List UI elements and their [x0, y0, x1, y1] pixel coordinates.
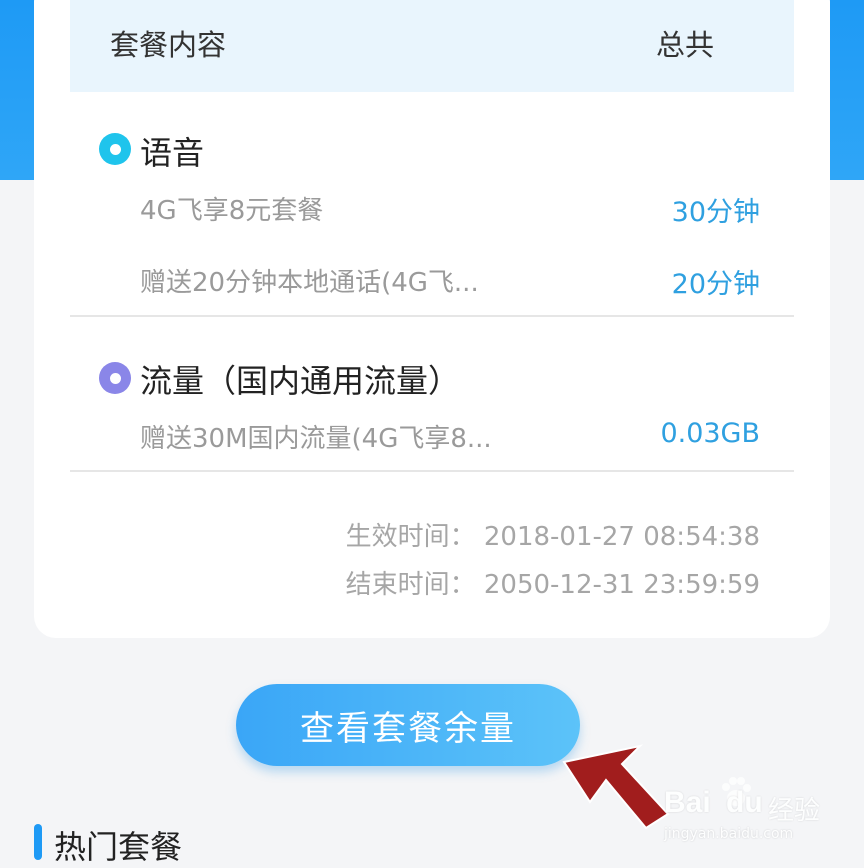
end-time-value: 2050-12-31 23:59:59	[483, 570, 760, 600]
data-dot-icon	[99, 362, 131, 394]
hot-packages-title: 热门套餐	[54, 828, 183, 866]
watermark-brand-2: du	[726, 786, 763, 819]
watermark-brand: Bai	[664, 786, 711, 819]
view-package-balance-button[interactable]: 查看套餐余量	[236, 684, 580, 766]
voice-item-value-2: 20分钟	[671, 269, 760, 300]
end-time-row: 结束时间： 2050-12-31 23:59:59	[346, 564, 760, 601]
header-content-label: 套餐内容	[110, 28, 227, 62]
start-time-row: 生效时间： 2018-01-27 08:54:38	[346, 516, 760, 553]
header-total-label: 总共	[655, 28, 714, 62]
start-time-label: 生效时间：	[345, 522, 476, 552]
data-item-value-1: 0.03GB	[660, 418, 760, 449]
start-time-value: 2018-01-27 08:54:38	[483, 522, 760, 552]
voice-item-name-2: 赠送20分钟本地通话(4G飞...	[140, 268, 479, 298]
voice-dot-icon	[99, 133, 131, 165]
data-item-name-1: 赠送30M国内流量(4G飞享8...	[140, 424, 492, 454]
section-title-voice: 语音	[140, 134, 205, 172]
divider	[70, 470, 794, 472]
voice-item-value-1: 30分钟	[671, 197, 760, 228]
arrow-pointer-icon	[562, 744, 670, 830]
section-title-data: 流量（国内通用流量）	[140, 362, 461, 400]
divider	[70, 315, 794, 317]
section-marker	[34, 824, 42, 860]
baidu-watermark: Bai du 经验 jingyan.baidu.com	[664, 772, 824, 852]
table-header: 套餐内容 总共	[70, 0, 794, 92]
voice-item-name-1: 4G飞享8元套餐	[140, 196, 324, 226]
watermark-cn: 经验	[768, 796, 821, 826]
watermark-url: jingyan.baidu.com	[664, 826, 794, 842]
end-time-label: 结束时间：	[345, 570, 476, 600]
